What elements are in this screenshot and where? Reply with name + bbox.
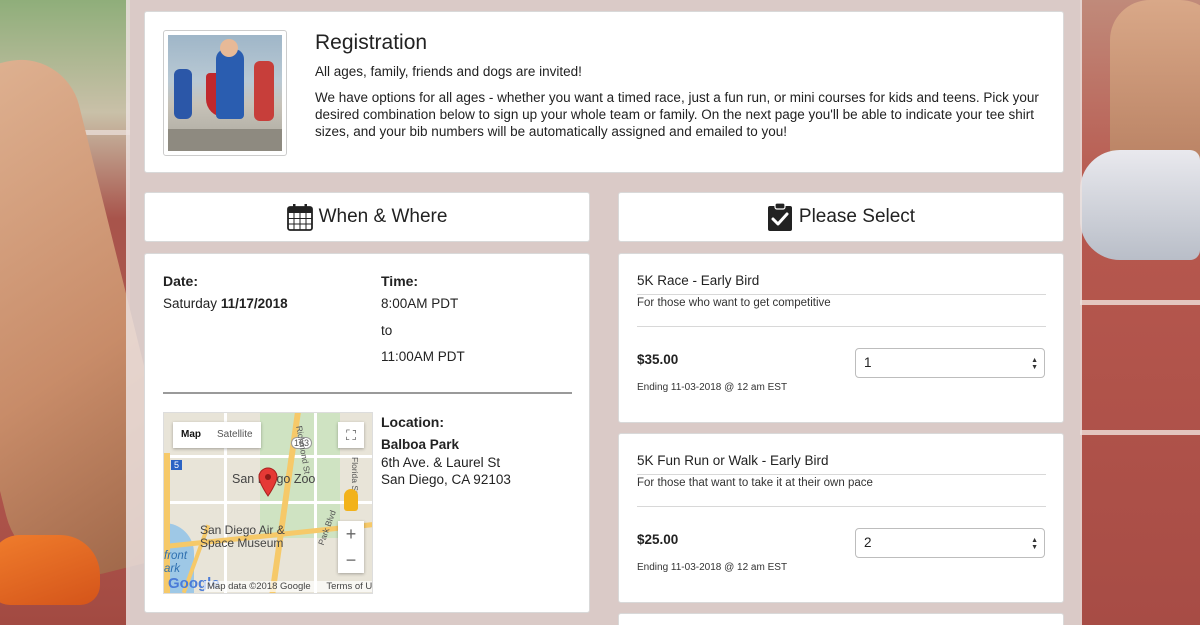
location-map[interactable]: Map Satellite ⛶ 163 5 Richmond St Florid…	[163, 412, 373, 594]
terms-of-use-link[interactable]: Terms of Use	[326, 581, 372, 592]
time-start: 8:00AM PDT	[381, 296, 459, 311]
ticket-ending: Ending 11-03-2018 @ 12 am EST	[637, 562, 788, 573]
fullscreen-icon[interactable]: ⛶	[338, 422, 364, 448]
route-5-shield: 5	[171, 460, 183, 470]
select-arrows-icon: ▲ ▼	[1031, 357, 1038, 371]
location-label: Location:	[381, 414, 444, 430]
location-city: San Diego, CA 92103	[381, 472, 511, 487]
zoom-out-button[interactable]: −	[338, 547, 364, 573]
select-arrows-icon: ▲ ▼	[1031, 537, 1038, 551]
map-label-park: ark	[164, 563, 180, 575]
registration-description: We have options for all ages - whether y…	[315, 90, 1039, 139]
quantity-select[interactable]: 2 ▲ ▼	[855, 528, 1045, 558]
map-type-toggle[interactable]: Map Satellite	[173, 422, 261, 448]
registration-title: Registration	[315, 31, 428, 54]
date-day: Saturday	[163, 296, 218, 311]
background-left-runner	[0, 0, 191, 625]
map-label-museum-1: San Diego Air &	[200, 523, 285, 537]
date-value: Saturday 11/17/2018	[163, 296, 288, 311]
ticket-option-partial	[618, 613, 1064, 625]
running-shoe	[1080, 150, 1200, 260]
background-right-runner	[1080, 0, 1200, 625]
quantity-select[interactable]: 1 ▲ ▼	[855, 348, 1045, 378]
ticket-option: 5K Fun Run or Walk - Early Bird For thos…	[618, 433, 1064, 603]
map-pin-icon[interactable]	[258, 467, 278, 497]
running-shoe	[0, 535, 100, 605]
ticket-description: For those that want to take it at their …	[637, 477, 873, 489]
time-label: Time:	[381, 273, 419, 289]
map-zoom-controls[interactable]: + −	[338, 521, 364, 573]
please-select-header: Please Select	[618, 192, 1064, 242]
map-type-map[interactable]: Map	[173, 422, 209, 448]
map-type-satellite[interactable]: Satellite	[209, 422, 261, 448]
registration-intro: All ages, family, friends and dogs are i…	[315, 64, 582, 79]
quantity-value: 1	[864, 355, 872, 370]
quantity-value: 2	[864, 535, 872, 550]
ticket-name: 5K Race - Early Bird	[637, 273, 760, 288]
clipboard-check-icon	[767, 202, 793, 232]
time-to: to	[381, 323, 393, 338]
calendar-icon	[286, 203, 313, 231]
section-divider	[163, 392, 572, 394]
please-select-title: Please Select	[798, 206, 916, 227]
ticket-ending: Ending 11-03-2018 @ 12 am EST	[637, 382, 788, 393]
time-end: 11:00AM PDT	[381, 349, 465, 364]
date-label: Date:	[163, 273, 199, 289]
map-label-museum-2: Space Museum	[200, 536, 284, 550]
location-street: 6th Ave. & Laurel St	[381, 455, 501, 470]
map-label-waterfront: front	[164, 550, 188, 562]
ticket-price: $35.00	[637, 352, 679, 367]
map-data-text: Map data ©2018 Google	[207, 581, 311, 592]
ticket-price: $25.00	[637, 532, 679, 547]
zoom-in-button[interactable]: +	[338, 521, 364, 547]
registration-card: Registration All ages, family, friends a…	[144, 11, 1064, 173]
when-where-card: Date: Saturday 11/17/2018 Time: 8:00AM P…	[144, 253, 590, 613]
date-number: 11/17/2018	[220, 296, 288, 311]
location-name: Balboa Park	[381, 437, 460, 452]
ticket-description: For those who want to get competitive	[637, 297, 831, 309]
ticket-name: 5K Fun Run or Walk - Early Bird	[637, 453, 829, 468]
when-where-title: When & Where	[318, 206, 448, 227]
map-label-florida: Florida St	[350, 457, 360, 494]
when-where-header: When & Where	[144, 192, 590, 242]
pegman-icon[interactable]	[344, 489, 358, 511]
map-attribution: Map data ©2018 Google Terms of Use	[204, 581, 372, 592]
registration-photo	[163, 30, 287, 156]
ticket-option: 5K Race - Early Bird For those who want …	[618, 253, 1064, 423]
